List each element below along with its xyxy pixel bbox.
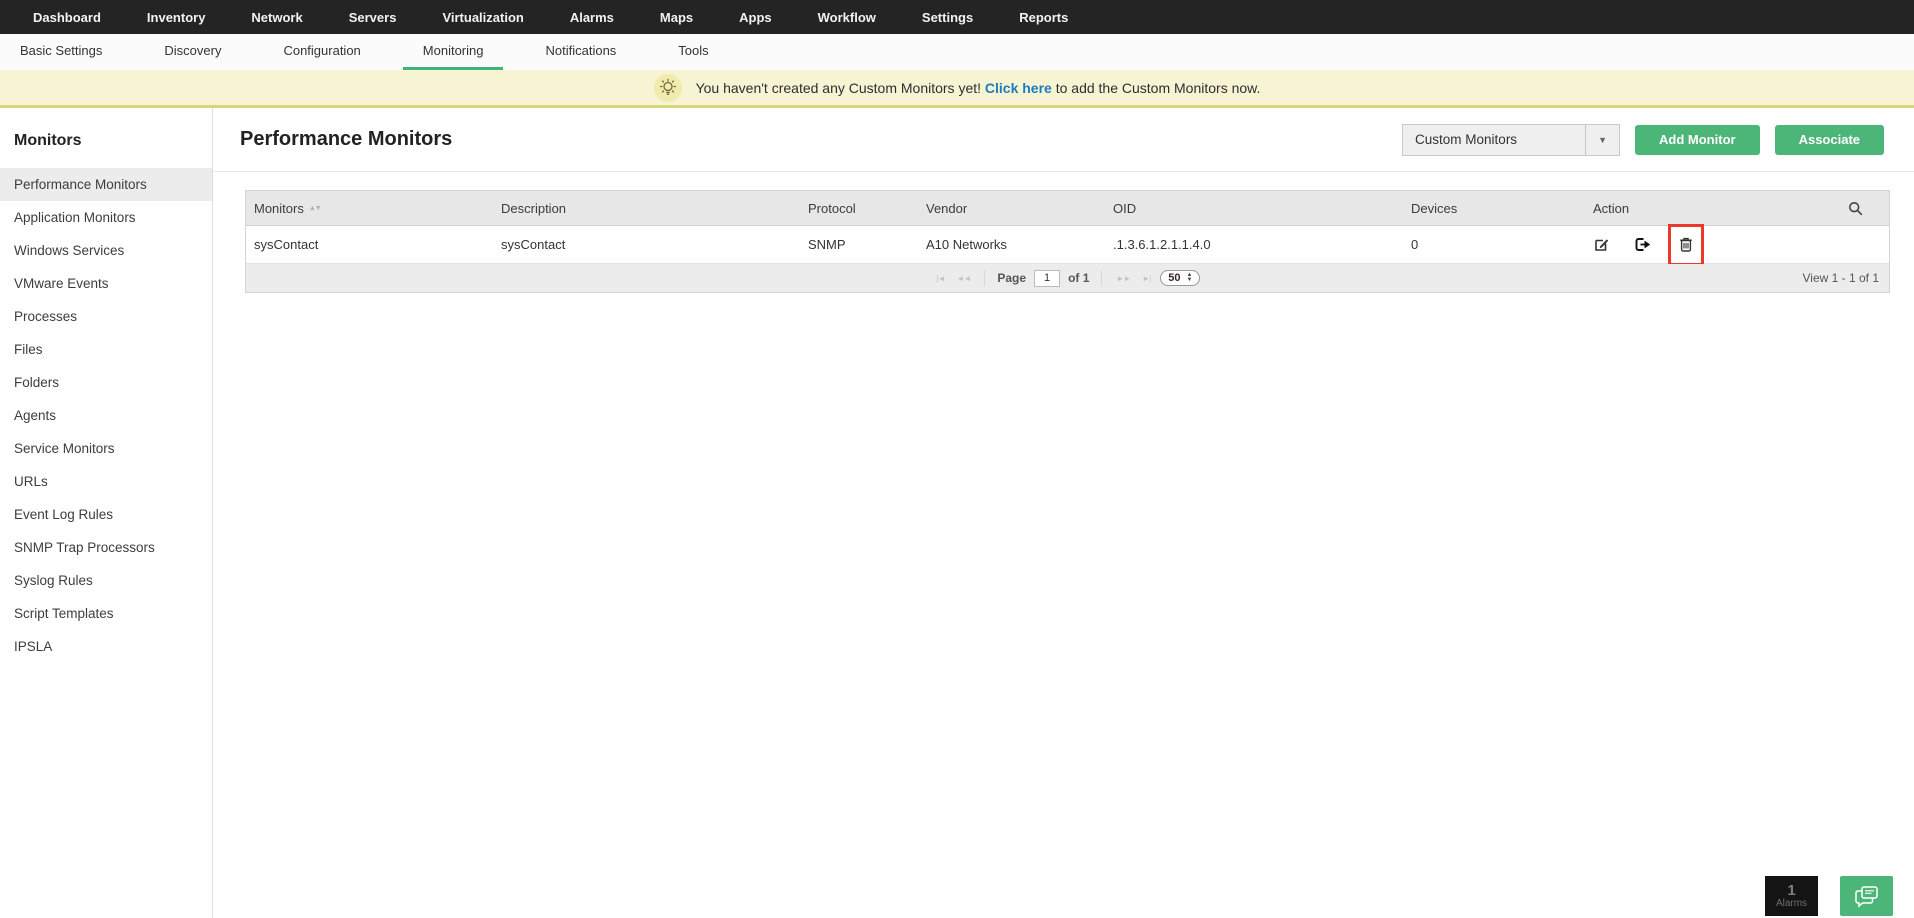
prev-page-icon[interactable]: ◄◄	[955, 274, 973, 283]
tab-basic-settings[interactable]: Basic Settings	[0, 34, 122, 70]
sidebar-item-script-templates[interactable]: Script Templates	[0, 597, 212, 630]
sidebar-item-snmp-trap-processors[interactable]: SNMP Trap Processors	[0, 531, 212, 564]
info-banner: You haven't created any Custom Monitors …	[0, 70, 1914, 108]
pagination-bar: |◄ ◄◄ Page of 1 ►► ►| 50 ▲▼ View 1 - 1 o…	[246, 264, 1889, 292]
sidebar-item-ipsla[interactable]: IPSLA	[0, 630, 212, 663]
top-nav-settings[interactable]: Settings	[922, 10, 973, 25]
cell-vendor: A10 Networks	[926, 237, 1007, 252]
click-here-link[interactable]: Click here	[985, 80, 1052, 96]
column-header-monitors-label: Monitors	[254, 200, 304, 216]
alarms-label: Alarms	[1775, 898, 1808, 909]
last-page-icon[interactable]: ►|	[1140, 274, 1152, 283]
top-nav-alarms[interactable]: Alarms	[570, 10, 614, 25]
top-nav-apps[interactable]: Apps	[739, 10, 772, 25]
table-row: sysContact sysContact SNMP A10 Networks …	[246, 223, 1889, 266]
cell-devices: 0	[1411, 237, 1419, 252]
cell-protocol: SNMP	[808, 237, 846, 252]
banner-text-before: You haven't created any Custom Monitors …	[695, 79, 985, 96]
sidebar-title: Monitors	[14, 132, 82, 149]
sidebar-item-event-log-rules[interactable]: Event Log Rules	[0, 498, 212, 531]
sidebar-item-files[interactable]: Files	[0, 333, 212, 366]
edit-icon[interactable]	[1593, 236, 1610, 253]
export-associate-icon[interactable]	[1634, 236, 1652, 253]
column-header-devices[interactable]: Devices	[1403, 201, 1585, 216]
search-icon[interactable]	[1848, 201, 1863, 216]
page-title: Performance Monitors	[240, 128, 453, 150]
sidebar-menu: Performance Monitors Application Monitor…	[0, 168, 212, 663]
alarms-count: 1	[1787, 882, 1796, 899]
cell-description: sysContact	[501, 237, 566, 252]
associate-button[interactable]: Associate	[1774, 124, 1884, 155]
pagination-divider	[984, 270, 986, 286]
sidebar-item-urls[interactable]: URLs	[0, 465, 212, 498]
tab-discovery[interactable]: Discovery	[144, 34, 241, 70]
monitor-type-dropdown-value: Custom Monitors	[1415, 132, 1518, 147]
cell-action	[1585, 223, 1791, 266]
sidebar-item-performance-monitors[interactable]: Performance Monitors	[0, 168, 212, 201]
chat-icon	[1854, 884, 1880, 908]
delete-icon[interactable]	[1678, 236, 1694, 253]
column-header-protocol[interactable]: Protocol	[800, 201, 918, 216]
lightbulb-icon	[653, 73, 682, 102]
monitors-sidebar: Monitors Performance Monitors Applicatio…	[0, 108, 213, 918]
top-nav-inventory[interactable]: Inventory	[147, 10, 206, 25]
tab-configuration[interactable]: Configuration	[263, 34, 380, 70]
sidebar-item-agents[interactable]: Agents	[0, 399, 212, 432]
sidebar-item-processes[interactable]: Processes	[0, 300, 212, 333]
column-header-description[interactable]: Description	[493, 201, 800, 216]
top-nav: Dashboard Inventory Network Servers Virt…	[0, 0, 1914, 34]
top-nav-virtualization[interactable]: Virtualization	[442, 10, 523, 25]
top-nav-dashboard[interactable]: Dashboard	[33, 10, 101, 25]
column-header-monitors[interactable]: Monitors ▲▼	[246, 201, 493, 216]
banner-message: You haven't created any Custom Monitors …	[696, 80, 1261, 96]
monitors-table: Monitors ▲▼ Description Protocol Vendor …	[245, 190, 1890, 293]
sidebar-item-windows-services[interactable]: Windows Services	[0, 234, 212, 267]
chevron-down-icon: ▼	[1585, 124, 1619, 155]
settings-tab-bar: Basic Settings Discovery Configuration M…	[0, 34, 1914, 70]
sidebar-item-application-monitors[interactable]: Application Monitors	[0, 201, 212, 234]
page-of-label: of 1	[1068, 271, 1090, 285]
tab-monitoring[interactable]: Monitoring	[402, 34, 504, 70]
page-number-input[interactable]	[1034, 269, 1061, 287]
column-header-action: Action	[1593, 200, 1630, 216]
sort-icon[interactable]: ▲▼	[309, 205, 322, 212]
monitor-type-dropdown[interactable]: Custom Monitors ▼	[1402, 123, 1621, 156]
first-page-icon[interactable]: |◄	[935, 274, 947, 283]
next-page-icon[interactable]: ►►	[1114, 274, 1132, 283]
cell-monitor: sysContact	[254, 237, 319, 252]
annotation-highlight-box	[1668, 223, 1704, 266]
top-nav-maps[interactable]: Maps	[660, 10, 693, 25]
banner-text-after: to add the Custom Monitors now.	[1051, 79, 1261, 96]
table-search-cell	[1791, 201, 1889, 216]
chat-button[interactable]	[1840, 876, 1893, 916]
tab-tools[interactable]: Tools	[658, 34, 728, 70]
column-header-vendor[interactable]: Vendor	[918, 201, 1105, 216]
column-header-oid[interactable]: OID	[1105, 201, 1403, 216]
stepper-icon: ▲ ▼	[1186, 272, 1193, 283]
add-monitor-button[interactable]: Add Monitor	[1635, 124, 1760, 155]
sidebar-item-vmware-events[interactable]: VMware Events	[0, 267, 212, 300]
header-controls: Custom Monitors ▼ Add Monitor Associate	[1402, 123, 1884, 156]
page-label: Page	[997, 271, 1027, 285]
sidebar-item-folders[interactable]: Folders	[0, 366, 212, 399]
page-size-select[interactable]: 50 ▲ ▼	[1160, 270, 1201, 286]
main-panel: Performance Monitors Custom Monitors ▼ A…	[213, 108, 1914, 918]
sidebar-item-syslog-rules[interactable]: Syslog Rules	[0, 564, 212, 597]
top-nav-network[interactable]: Network	[251, 10, 302, 25]
alarms-badge[interactable]: 1 Alarms	[1765, 876, 1818, 916]
page-size-value: 50	[1168, 272, 1181, 284]
cell-oid: .1.3.6.1.2.1.1.4.0	[1113, 237, 1211, 252]
sidebar-item-service-monitors[interactable]: Service Monitors	[0, 432, 212, 465]
view-range-text: View 1 - 1 of 1	[1802, 271, 1880, 285]
pagination-divider	[1101, 270, 1103, 286]
table-header-row: Monitors ▲▼ Description Protocol Vendor …	[246, 191, 1889, 226]
top-nav-reports[interactable]: Reports	[1019, 10, 1068, 25]
tab-notifications[interactable]: Notifications	[525, 34, 636, 70]
top-nav-servers[interactable]: Servers	[349, 10, 397, 25]
top-nav-workflow[interactable]: Workflow	[818, 10, 876, 25]
